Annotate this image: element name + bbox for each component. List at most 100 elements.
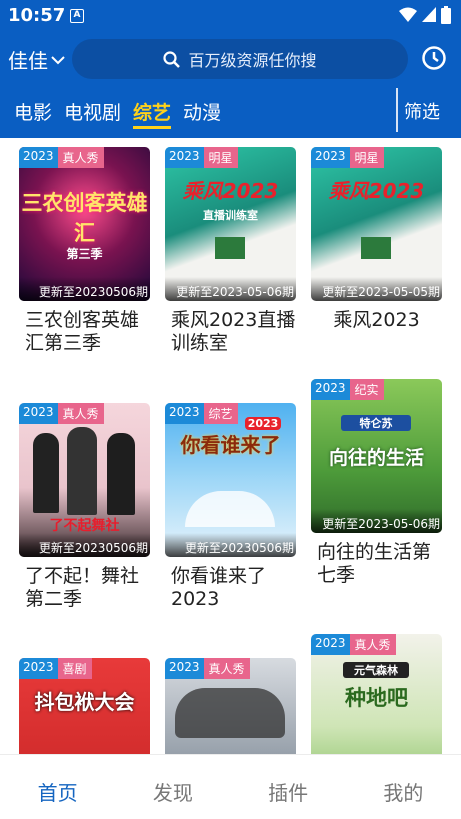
- poster-logo: 抖包袱大会: [34, 690, 135, 714]
- city-selector[interactable]: 佳佳: [8, 45, 65, 74]
- poster-image: 2023 综艺 你看谁来了 2023 更新至20230506期: [165, 403, 296, 557]
- wifi-icon: [399, 7, 417, 22]
- tab-movie[interactable]: 电影: [14, 98, 52, 129]
- year-badge: 2023: [19, 147, 58, 168]
- year-badge: 2023: [19, 403, 58, 424]
- history-clock-icon[interactable]: [421, 45, 447, 71]
- sponsor-logo: [215, 237, 245, 259]
- year-badge: 2023: [311, 379, 350, 400]
- badge: 2023 真人秀: [165, 658, 250, 679]
- badge: 2023 真人秀: [311, 634, 396, 655]
- card-item[interactable]: 2023 明星 乘风2023 直播训练室 更新至2023-05-06期 乘风202…: [165, 147, 296, 355]
- category-badge: 纪实: [349, 379, 384, 400]
- bottom-navigation: 首页 发现 插件 我的: [0, 754, 461, 819]
- update-status: 更新至20230506期: [165, 533, 296, 557]
- update-status: 更新至20230506期: [19, 277, 150, 301]
- card-item[interactable]: 2023 真人秀 了不起舞社 更新至20230506期 了不起！舞社第二季: [19, 403, 150, 611]
- update-status: 更新至2023-05-06期: [311, 509, 442, 533]
- search-placeholder: 百万级资源任你搜: [188, 51, 317, 70]
- category-badge: 真人秀: [57, 403, 104, 424]
- top-header: 10:57 A 佳佳 百万级资源任你搜 电影 电视剧 综艺 动漫 筛选: [0, 0, 461, 138]
- poster-subtitle: 元气森林: [343, 662, 409, 678]
- poster-decor: [185, 491, 275, 527]
- poster-image: 2023 真人秀 了不起舞社 更新至20230506期: [19, 403, 150, 557]
- card-item[interactable]: 2023 真人秀 三农创客英雄汇 第三季 更新至20230506期 三农创客英雄汇…: [19, 147, 150, 355]
- poster-image: 2023 喜剧 抖包袱大会: [19, 658, 150, 754]
- poster-image: 2023 真人秀: [165, 658, 296, 754]
- card-title[interactable]: 乘风2023: [311, 309, 442, 332]
- card-item[interactable]: 2023 真人秀 元气森林 种地吧: [311, 634, 442, 754]
- poster-logo: 向往的生活: [328, 447, 424, 469]
- category-badge: 喜剧: [57, 658, 92, 679]
- badge: 2023 真人秀: [19, 147, 104, 168]
- badge: 2023 综艺: [165, 403, 238, 424]
- status-bar: 10:57 A: [0, 0, 461, 32]
- category-badge: 真人秀: [57, 147, 104, 168]
- filter-button[interactable]: 筛选: [404, 98, 440, 124]
- status-time: 10:57: [8, 5, 66, 26]
- poster-logo: 乘风2023: [182, 179, 279, 203]
- tab-variety[interactable]: 综艺: [133, 98, 172, 129]
- category-badge: 明星: [349, 147, 384, 168]
- nav-mine[interactable]: 我的: [346, 755, 461, 819]
- poster-logo: 乘风2023: [328, 179, 425, 203]
- card-title[interactable]: 了不起！舞社第二季: [19, 565, 150, 611]
- person-silhouette: [33, 433, 59, 513]
- card-title[interactable]: 三农创客英雄汇第三季: [19, 309, 150, 355]
- content-grid: 2023 真人秀 三农创客英雄汇 第三季 更新至20230506期 三农创客英雄汇…: [0, 138, 461, 754]
- poster-image: 2023 明星 乘风2023 直播训练室 更新至2023-05-06期: [165, 147, 296, 301]
- nav-home[interactable]: 首页: [0, 755, 115, 819]
- nav-discover[interactable]: 发现: [115, 755, 230, 819]
- search-icon: [163, 50, 181, 68]
- category-badge: 明星: [203, 147, 238, 168]
- tab-tv-series[interactable]: 电视剧: [64, 98, 121, 129]
- update-status: 更新至2023-05-05期: [311, 277, 442, 301]
- category-tabs: 电影 电视剧 综艺 动漫: [14, 98, 221, 129]
- badge: 2023 真人秀: [19, 403, 104, 424]
- card-title[interactable]: 向往的生活第七季: [311, 541, 442, 587]
- person-silhouette: [107, 433, 135, 515]
- poster-subtitle: 2023: [245, 417, 281, 430]
- card-item[interactable]: 2023 纪实 特仑苏 向往的生活 更新至2023-05-06期 向往的生活第七季: [311, 379, 442, 587]
- poster-logo: 你看谁来了: [180, 433, 281, 457]
- poster-subtitle: 特仑苏: [341, 415, 411, 431]
- category-badge: 真人秀: [349, 634, 396, 655]
- person-silhouette: [67, 427, 97, 515]
- year-badge: 2023: [311, 147, 350, 168]
- year-badge: 2023: [311, 634, 350, 655]
- year-badge: 2023: [165, 658, 204, 679]
- year-badge: 2023: [19, 658, 58, 679]
- nav-plugins[interactable]: 插件: [231, 755, 346, 819]
- tabs-divider: [396, 88, 398, 132]
- card-item[interactable]: 2023 综艺 你看谁来了 2023 更新至20230506期 你看谁来了2023: [165, 403, 296, 611]
- card-title[interactable]: 乘风2023直播训练室: [165, 309, 296, 355]
- poster-subtitle: 第三季: [66, 247, 103, 261]
- card-title[interactable]: 你看谁来了2023: [165, 565, 296, 611]
- poster-logo: 了不起舞社: [49, 518, 120, 534]
- tab-anime[interactable]: 动漫: [183, 98, 221, 129]
- category-badge: 真人秀: [203, 658, 250, 679]
- chevron-down-icon: [51, 55, 65, 64]
- poster-logo: 种地吧: [345, 686, 408, 710]
- badge: 2023 明星: [165, 147, 238, 168]
- card-item[interactable]: 2023 真人秀: [165, 658, 296, 754]
- year-badge: 2023: [165, 403, 204, 424]
- category-badge: 综艺: [203, 403, 238, 424]
- signal-icon: [422, 7, 436, 22]
- poster-image: 2023 明星 乘风2023 更新至2023-05-05期: [311, 147, 442, 301]
- card-item[interactable]: 2023 明星 乘风2023 更新至2023-05-05期 乘风2023: [311, 147, 442, 332]
- city-label: 佳佳: [8, 49, 48, 73]
- card-item[interactable]: 2023 喜剧 抖包袱大会: [19, 658, 150, 754]
- badge: 2023 纪实: [311, 379, 384, 400]
- sponsor-logo: [361, 237, 391, 259]
- notification-a-icon: A: [70, 9, 84, 23]
- year-badge: 2023: [165, 147, 204, 168]
- poster-logo: 三农创客英雄汇: [21, 191, 148, 245]
- poster-subtitle: 直播训练室: [203, 209, 258, 222]
- badge: 2023 喜剧: [19, 658, 92, 679]
- poster-image: 2023 真人秀 元气森林 种地吧: [311, 634, 442, 754]
- battery-icon: [441, 6, 451, 24]
- poster-image: 2023 真人秀 三农创客英雄汇 第三季 更新至20230506期: [19, 147, 150, 301]
- poster-decor: [175, 688, 285, 738]
- search-bar[interactable]: 百万级资源任你搜: [72, 39, 408, 79]
